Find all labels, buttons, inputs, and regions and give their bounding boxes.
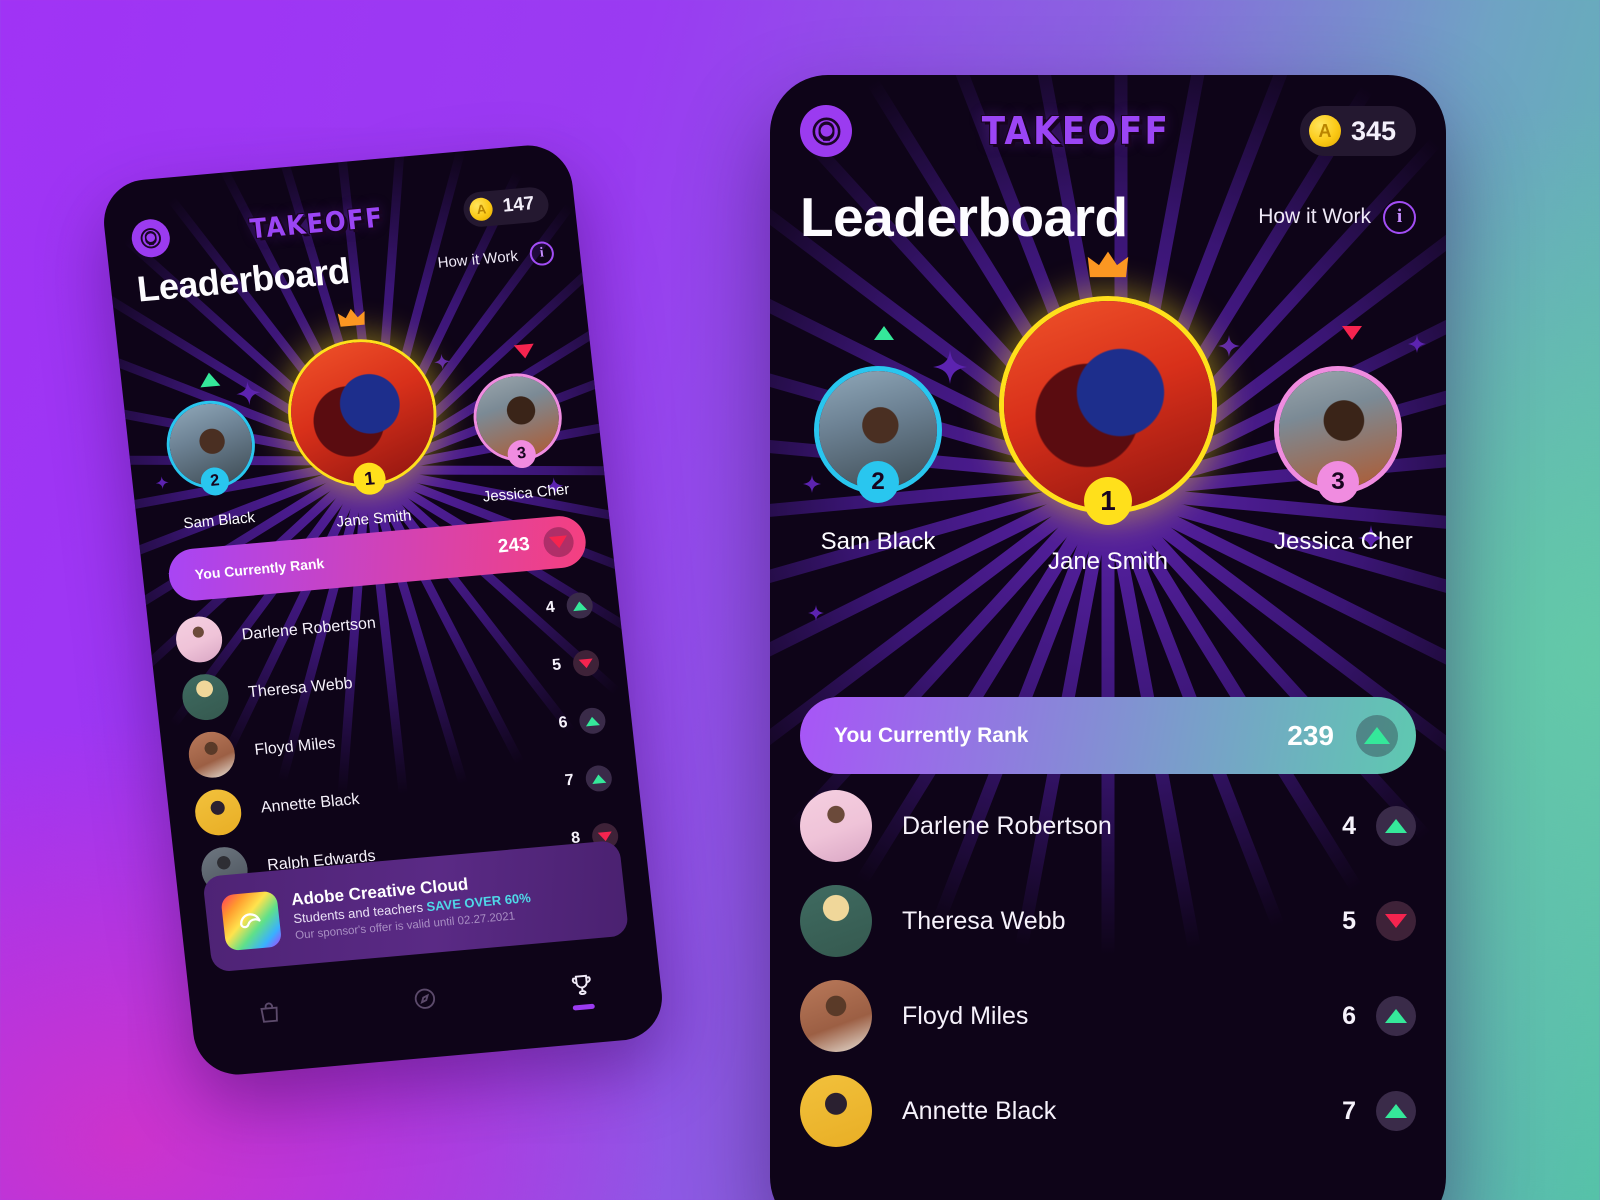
page-title-right: Leaderboard	[800, 186, 1128, 248]
nav-item-explore[interactable]	[411, 985, 440, 1013]
player-rank: 6	[1342, 1001, 1356, 1030]
podium-name: Jessica Cher	[481, 481, 571, 506]
table-row[interactable]: Darlene Robertson 4	[800, 790, 1416, 862]
top-bar-right: TAKEOFF A 345	[800, 105, 1416, 157]
avatar	[800, 885, 872, 957]
trend-down-icon	[1376, 901, 1416, 941]
nav-active-indicator	[572, 1003, 596, 1011]
trend-up-icon	[1376, 1091, 1416, 1131]
rank-badge: 3	[1317, 461, 1359, 504]
coin-balance-right[interactable]: A 345	[1299, 106, 1416, 156]
podium-place-3[interactable]: 3 Jessica Cher	[469, 369, 571, 506]
player-rank: 4	[1342, 811, 1356, 840]
your-rank-trend-icon-left	[542, 525, 576, 559]
table-row[interactable]: Annette Black 7	[800, 1075, 1416, 1147]
how-it-works-right[interactable]: How it Work i	[1258, 200, 1416, 234]
player-name: Darlene Robertson	[902, 811, 1112, 840]
podium-name: Sam Black	[820, 528, 936, 555]
trend-down-icon	[513, 343, 536, 360]
player-rank: 7	[564, 771, 575, 790]
rank-badge: 2	[857, 461, 899, 504]
app-screen-left: TAKEOFF A 147 Leaderboard How it Work i …	[99, 141, 667, 1078]
crown-icon	[1087, 250, 1129, 285]
podium-place-1[interactable]: 1 Jane Smith	[999, 296, 1217, 576]
trend-up-icon	[198, 371, 221, 388]
player-rank: 5	[1342, 906, 1356, 935]
adobe-creative-cloud-icon	[220, 890, 283, 952]
astronaut-helmet-icon[interactable]	[129, 217, 172, 259]
avatar	[800, 980, 872, 1052]
your-rank-label-right: You Currently Rank	[834, 723, 1029, 747]
astronaut-helmet-icon[interactable]	[800, 105, 852, 157]
avatar	[180, 672, 231, 723]
player-name: Floyd Miles	[902, 1001, 1029, 1030]
avatar	[800, 1075, 872, 1147]
table-row[interactable]: Floyd Miles 6	[800, 980, 1416, 1052]
coin-balance-left[interactable]: A 147	[462, 185, 551, 228]
avatar	[800, 790, 872, 862]
player-name: Annette Black	[260, 790, 361, 817]
coin-icon: A	[468, 196, 495, 222]
player-rank: 5	[551, 656, 563, 675]
player-name: Darlene Robertson	[240, 614, 377, 644]
phone-mockup-right: TAKEOFF A 345 Leaderboard How it Work i …	[770, 75, 1446, 1200]
how-it-works-left[interactable]: How it Work i	[436, 240, 556, 275]
avatar	[173, 614, 225, 665]
trend-down-icon	[1342, 326, 1362, 340]
your-rank-trend-icon-right	[1356, 714, 1398, 757]
podium-name: Jessica Cher	[1274, 528, 1413, 555]
podium-right: 2 Sam Black 1 Jane Smith 3 Jessica Cher	[770, 251, 1446, 650]
player-name: Floyd Miles	[253, 734, 337, 759]
coin-icon: A	[1308, 115, 1341, 147]
page-title-left: Leaderboard	[135, 249, 352, 310]
app-screen-right: TAKEOFF A 345 Leaderboard How it Work i …	[770, 75, 1446, 1200]
how-it-works-label: How it Work	[1258, 205, 1371, 228]
player-rank: 7	[1342, 1096, 1356, 1125]
app-logo-left: TAKEOFF	[248, 202, 386, 245]
player-name: Theresa Webb	[902, 906, 1066, 935]
trend-up-icon	[1376, 806, 1416, 846]
phone-mockup-left: TAKEOFF A 147 Leaderboard How it Work i …	[99, 141, 667, 1079]
table-row[interactable]: Theresa Webb 5	[800, 885, 1416, 957]
podium-place-3[interactable]: 3 Jessica Cher	[1274, 366, 1413, 556]
coin-amount-left: 147	[501, 193, 536, 217]
player-name: Theresa Webb	[247, 675, 354, 702]
player-rank: 6	[557, 714, 569, 732]
trend-up-icon	[578, 706, 607, 735]
trend-up-icon	[1376, 996, 1416, 1036]
your-rank-banner-right[interactable]: You Currently Rank 239	[800, 697, 1416, 774]
info-icon[interactable]: i	[528, 240, 556, 267]
player-name: Annette Black	[902, 1096, 1057, 1125]
your-rank-label-left: You Currently Rank	[194, 555, 326, 583]
podium-place-1[interactable]: 1 Jane Smith	[280, 332, 448, 534]
your-rank-value-left: 243	[496, 533, 531, 558]
player-rank: 4	[544, 598, 556, 617]
podium-place-2[interactable]: 2 Sam Black	[814, 366, 942, 556]
nav-item-leaderboard[interactable]	[567, 970, 597, 1011]
trend-up-icon	[565, 591, 595, 620]
how-it-works-label: How it Work	[436, 247, 519, 272]
nav-item-shop[interactable]	[255, 999, 284, 1027]
trend-down-icon	[571, 649, 601, 678]
avatar	[186, 729, 238, 780]
trend-up-icon	[584, 764, 614, 793]
podium-name: Sam Black	[182, 509, 256, 533]
title-row-right: Leaderboard How it Work i	[800, 185, 1416, 249]
info-icon[interactable]: i	[1383, 200, 1416, 234]
coin-amount-right: 345	[1350, 115, 1396, 146]
avatar	[192, 787, 244, 838]
rank-badge: 1	[1084, 477, 1132, 526]
trend-up-icon	[874, 326, 894, 340]
app-logo-right: TAKEOFF	[981, 109, 1171, 153]
crown-icon	[337, 307, 368, 334]
podium-place-2[interactable]: 2 Sam Black	[162, 397, 264, 533]
your-rank-value-right: 239	[1287, 719, 1334, 751]
podium-name: Jane Smith	[1047, 548, 1169, 575]
